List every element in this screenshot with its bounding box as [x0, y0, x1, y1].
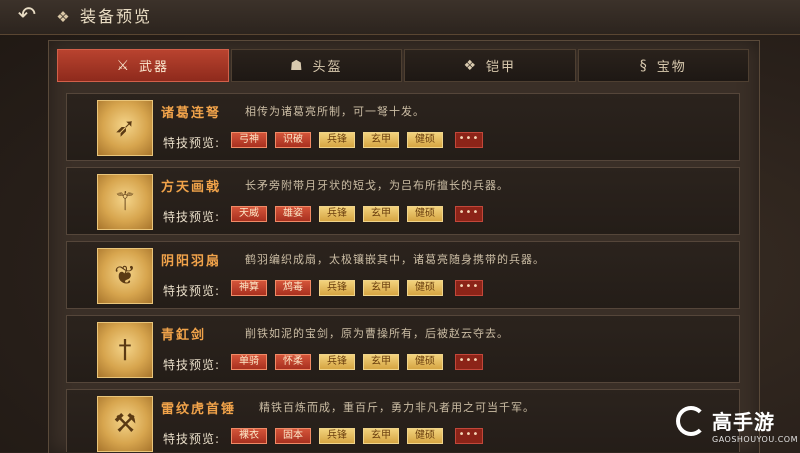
item-name: 方天画戟 [161, 180, 222, 195]
armor-emblem-icon: ❖ [56, 8, 70, 26]
more-skills-button[interactable]: ••• [455, 428, 483, 444]
watermark-text: 高手游 [712, 410, 775, 434]
skill-chip[interactable]: 鸩毒 [275, 280, 311, 296]
skill-chip[interactable]: 玄甲 [363, 354, 399, 370]
item-name: 阴阳羽扇 [161, 254, 222, 269]
back-button[interactable]: ↶ [10, 3, 44, 29]
more-skills-button[interactable]: ••• [455, 206, 483, 222]
item-name: 雷纹虎首锤 [161, 402, 237, 417]
tab-weapon[interactable]: ⚔ 武器 [57, 49, 229, 82]
more-skills-button[interactable]: ••• [455, 280, 483, 296]
helmet-icon: ☗ [289, 57, 305, 74]
item-description: 鹤羽编织成扇，太极镶嵌其中，诸葛亮随身携带的兵器。 [245, 253, 545, 266]
skill-chip[interactable]: 玄甲 [363, 428, 399, 444]
armor-icon: ❖ [463, 57, 479, 74]
tab-helmet[interactable]: ☗ 头盔 [230, 49, 402, 82]
sword-icon: † [97, 322, 153, 378]
skill-chip[interactable]: 玄甲 [363, 280, 399, 296]
skill-chip[interactable]: 弓神 [231, 132, 267, 148]
skill-chip[interactable]: 识破 [275, 132, 311, 148]
skill-chip[interactable]: 兵锋 [319, 354, 355, 370]
item-description: 长矛旁附带月牙状的短戈，为吕布所擅长的兵器。 [245, 179, 509, 192]
skill-chip[interactable]: 健硕 [407, 132, 443, 148]
skills-label: 特技预览: [163, 358, 221, 372]
item-name: 青釭剑 [161, 328, 207, 343]
item-description: 相传为诸葛亮所制，可一弩十发。 [245, 105, 425, 118]
crossbow-icon: ➶ [97, 100, 153, 156]
item-name: 诸葛连弩 [161, 106, 222, 121]
watermark: 高手游 GAOSHOUYOU.COM [676, 404, 798, 450]
feather-fan-icon: ❦ [97, 248, 153, 304]
more-skills-button[interactable]: ••• [455, 354, 483, 370]
tab-armor[interactable]: ❖ 铠甲 [404, 49, 576, 82]
skill-chip[interactable]: 雄姿 [275, 206, 311, 222]
skill-chip[interactable]: 固本 [275, 428, 311, 444]
watermark-logo-icon [676, 406, 706, 436]
skill-chip[interactable]: 健硕 [407, 206, 443, 222]
equipment-item[interactable]: ➶ 诸葛连弩 相传为诸葛亮所制，可一弩十发。 特技预览: 弓神 识破 兵锋 玄甲… [66, 93, 740, 161]
tab-label: 武器 [139, 60, 170, 75]
skill-chip[interactable]: 兵锋 [319, 280, 355, 296]
equipment-item[interactable]: ❦ 阴阳羽扇 鹤羽编织成扇，太极镶嵌其中，诸葛亮随身携带的兵器。 特技预览: 神… [66, 241, 740, 309]
equipment-item[interactable]: † 青釭剑 削铁如泥的宝剑，原为曹操所有，后被赵云夺去。 特技预览: 单骑 怀柔… [66, 315, 740, 383]
halberd-icon: ⚚ [97, 174, 153, 230]
back-arrow-icon: ↶ [17, 3, 37, 28]
skill-chips: 弓神 识破 兵锋 玄甲 健硕 ••• [231, 132, 483, 148]
skill-chip[interactable]: 健硕 [407, 280, 443, 296]
skill-chips: 裸衣 固本 兵锋 玄甲 健硕 ••• [231, 428, 483, 444]
skill-chips: 天威 雄姿 兵锋 玄甲 健硕 ••• [231, 206, 483, 222]
skill-chip[interactable]: 裸衣 [231, 428, 267, 444]
weapon-icon: ⚔ [116, 57, 132, 74]
skill-chip[interactable]: 健硕 [407, 428, 443, 444]
item-description: 精铁百炼而成，重百斤，勇力非凡者用之可当千军。 [259, 401, 535, 414]
more-skills-button[interactable]: ••• [455, 132, 483, 148]
skill-chip[interactable]: 兵锋 [319, 428, 355, 444]
skill-chip[interactable]: 单骑 [231, 354, 267, 370]
hammer-icon: ⚒ [97, 396, 153, 452]
skill-chip[interactable]: 兵锋 [319, 132, 355, 148]
skill-chips: 神算 鸩毒 兵锋 玄甲 健硕 ••• [231, 280, 483, 296]
equipment-list: ➶ 诸葛连弩 相传为诸葛亮所制，可一弩十发。 特技预览: 弓神 识破 兵锋 玄甲… [66, 93, 740, 452]
skill-chip[interactable]: 兵锋 [319, 206, 355, 222]
skill-chip[interactable]: 神算 [231, 280, 267, 296]
skill-chip[interactable]: 玄甲 [363, 206, 399, 222]
skills-label: 特技预览: [163, 136, 221, 150]
skill-chip[interactable]: 天威 [231, 206, 267, 222]
watermark-subtext: GAOSHOUYOU.COM [712, 435, 799, 444]
page-title: 装备预览 [80, 7, 153, 26]
equipment-item[interactable]: ⚚ 方天画戟 长矛旁附带月牙状的短戈，为吕布所擅长的兵器。 特技预览: 天威 雄… [66, 167, 740, 235]
tab-label: 头盔 [312, 60, 343, 75]
skills-label: 特技预览: [163, 284, 221, 298]
equipment-preview-screen: ↶ ❖ 装备预览 ⚔ 武器 ☗ 头盔 ❖ 铠甲 § 宝物 ➶ 诸葛连弩 相传为诸… [0, 0, 800, 453]
skill-chip[interactable]: 健硕 [407, 354, 443, 370]
tab-treasure[interactable]: § 宝物 [577, 49, 749, 82]
tab-label: 宝物 [656, 60, 687, 75]
item-description: 削铁如泥的宝剑，原为曹操所有，后被赵云夺去。 [245, 327, 509, 340]
skill-chip[interactable]: 怀柔 [275, 354, 311, 370]
category-tabs: ⚔ 武器 ☗ 头盔 ❖ 铠甲 § 宝物 [57, 49, 749, 82]
tab-label: 铠甲 [486, 60, 517, 75]
header-bar: ↶ ❖ 装备预览 [0, 0, 800, 35]
skills-label: 特技预览: [163, 210, 221, 224]
skills-label: 特技预览: [163, 432, 221, 446]
skill-chip[interactable]: 玄甲 [363, 132, 399, 148]
equipment-item[interactable]: ⚒ 雷纹虎首锤 精铁百炼而成，重百斤，勇力非凡者用之可当千军。 特技预览: 裸衣… [66, 389, 740, 452]
treasure-icon: § [639, 57, 649, 74]
skill-chips: 单骑 怀柔 兵锋 玄甲 健硕 ••• [231, 354, 483, 370]
